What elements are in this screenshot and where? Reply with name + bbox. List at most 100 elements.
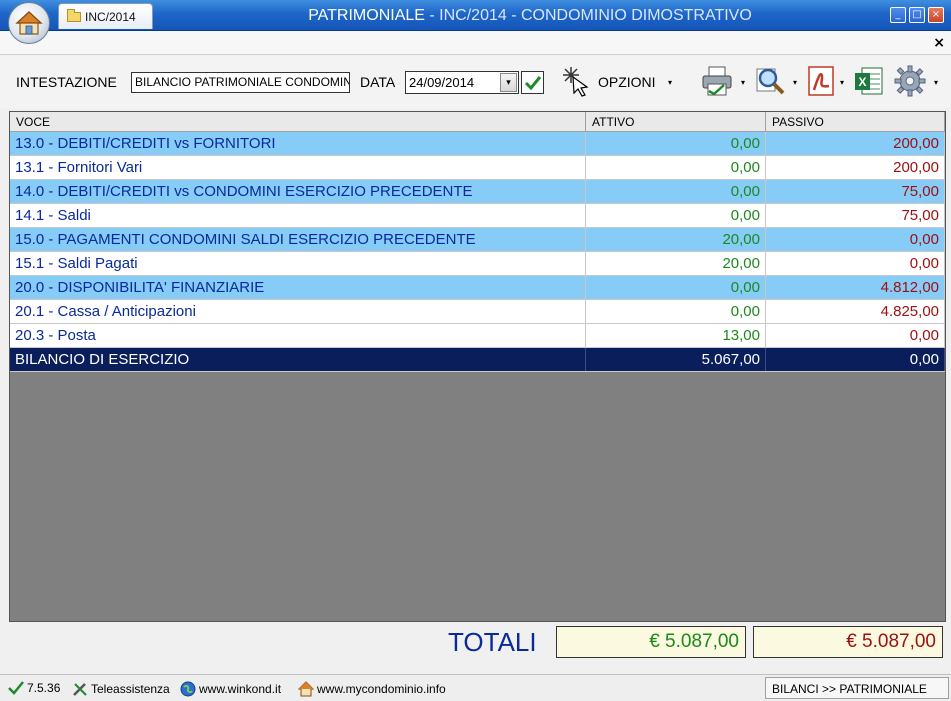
passivo-cell: 75,00: [766, 204, 945, 227]
date-value: 24/09/2014: [409, 75, 475, 90]
title-bar: INC/2014 PATRIMONIALE - INC/2014 - CONDO…: [0, 0, 951, 31]
voce-cell: 13.0 - DEBITI/CREDITI vs FORNITORI: [10, 132, 586, 155]
passivo-cell: 0,00: [766, 228, 945, 251]
globe-icon: [180, 681, 196, 697]
passivo-cell: 0,00: [766, 348, 945, 371]
passivo-cell: 200,00: [766, 132, 945, 155]
close-document-icon[interactable]: ×: [933, 35, 945, 51]
teleassistenza-link[interactable]: Teleassistenza: [72, 681, 170, 697]
window-title: PATRIMONIALE - INC/2014 - CONDOMINIO DIM…: [180, 0, 880, 31]
gear-icon: [894, 65, 926, 97]
toolbar: INTESTAZIONE BILANCIO PATRIMONIALE CONDO…: [0, 56, 951, 108]
attivo-cell: 0,00: [586, 204, 766, 227]
printer-icon: [702, 66, 732, 96]
opzioni-dropdown-icon[interactable]: ▾: [668, 78, 672, 87]
passivo-cell: 4.825,00: [766, 300, 945, 323]
teleassistenza-text: Teleassistenza: [91, 682, 170, 696]
close-window-button[interactable]: ×: [928, 7, 944, 23]
voce-cell: 20.0 - DISPONIBILITA' FINANZIARIE: [10, 276, 586, 299]
attivo-cell: 5.067,00: [586, 348, 766, 371]
voce-cell: 15.0 - PAGAMENTI CONDOMINI SALDI ESERCIZ…: [10, 228, 586, 251]
passivo-cell: 0,00: [766, 252, 945, 275]
opzioni-icon-button[interactable]: [560, 64, 594, 98]
passivo-cell: 4.812,00: [766, 276, 945, 299]
passivo-cell: 0,00: [766, 324, 945, 347]
magic-wand-icon: [563, 67, 589, 97]
document-tab[interactable]: INC/2014: [58, 3, 153, 29]
voce-cell: 13.1 - Fornitori Vari: [10, 156, 586, 179]
totale-passivo-field: € 5.087,00: [753, 626, 943, 658]
print-dropdown-icon[interactable]: ▾: [741, 78, 745, 87]
status-bar: 7.5.36 Teleassistenza www.winkond.it www…: [0, 674, 951, 701]
table-row-bilancio[interactable]: BILANCIO DI ESERCIZIO 5.067,00 0,00: [10, 348, 945, 372]
voce-cell: 20.1 - Cassa / Anticipazioni: [10, 300, 586, 323]
table-row[interactable]: 15.1 - Saldi Pagati 20,00 0,00: [10, 252, 945, 276]
settings-button[interactable]: [893, 64, 927, 98]
maximize-button[interactable]: □: [909, 7, 925, 23]
voce-cell: 15.1 - Saldi Pagati: [10, 252, 586, 275]
table-row[interactable]: 20.1 - Cassa / Anticipazioni 0,00 4.825,…: [10, 300, 945, 324]
attivo-cell: 0,00: [586, 132, 766, 155]
preview-dropdown-icon[interactable]: ▾: [793, 78, 797, 87]
passivo-cell: 200,00: [766, 156, 945, 179]
totale-attivo-field: € 5.087,00: [556, 626, 746, 658]
document-tab-label: INC/2014: [85, 9, 136, 24]
column-header-attivo[interactable]: ATTIVO: [586, 112, 766, 131]
checkmark-icon: [8, 681, 24, 695]
confirm-button[interactable]: [521, 71, 544, 94]
attivo-cell: 20,00: [586, 252, 766, 275]
date-picker[interactable]: 24/09/2014 ▾: [405, 71, 519, 94]
winkond-link[interactable]: www.winkond.it: [180, 681, 281, 697]
voce-cell: BILANCIO DI ESERCIZIO: [10, 348, 586, 371]
voce-cell: 20.3 - Posta: [10, 324, 586, 347]
svg-text:X: X: [858, 75, 866, 89]
excel-export-button[interactable]: X: [852, 64, 886, 98]
balance-table: VOCE ATTIVO PASSIVO 13.0 - DEBITI/CREDIT…: [9, 111, 946, 622]
settings-dropdown-icon[interactable]: ▾: [934, 78, 938, 87]
magnifier-icon: [756, 68, 785, 95]
window-title-sub: - INC/2014 - CONDOMINIO DIMOSTRATIVO: [424, 7, 752, 24]
tools-icon: [73, 683, 87, 696]
intestazione-label: INTESTAZIONE: [16, 74, 117, 90]
attivo-cell: 0,00: [586, 276, 766, 299]
home-icon: [15, 11, 43, 35]
attivo-cell: 0,00: [586, 156, 766, 179]
house-icon: [298, 681, 314, 697]
pdf-icon: [808, 66, 834, 96]
preview-button[interactable]: [753, 64, 787, 98]
table-row[interactable]: 14.0 - DEBITI/CREDITI vs CONDOMINI ESERC…: [10, 180, 945, 204]
table-header: VOCE ATTIVO PASSIVO: [10, 112, 945, 132]
version-indicator: 7.5.36: [8, 681, 60, 695]
table-row[interactable]: 15.0 - PAGAMENTI CONDOMINI SALDI ESERCIZ…: [10, 228, 945, 252]
intestazione-input[interactable]: BILANCIO PATRIMONIALE CONDOMINIO: [131, 72, 350, 93]
passivo-cell: 75,00: [766, 180, 945, 203]
excel-icon: X: [855, 67, 883, 95]
voce-cell: 14.1 - Saldi: [10, 204, 586, 227]
print-button[interactable]: [700, 64, 734, 98]
mycondominio-link[interactable]: www.mycondominio.info: [298, 681, 446, 697]
version-text: 7.5.36: [27, 681, 61, 695]
column-header-passivo[interactable]: PASSIVO: [766, 112, 945, 131]
table-row[interactable]: 13.1 - Fornitori Vari 0,00 200,00: [10, 156, 945, 180]
table-row[interactable]: 20.3 - Posta 13,00 0,00: [10, 324, 945, 348]
column-header-voce[interactable]: VOCE: [10, 112, 586, 131]
checkmark-icon: [524, 75, 541, 90]
mycondominio-text: www.mycondominio.info: [317, 682, 446, 696]
pdf-export-button[interactable]: [805, 64, 839, 98]
attivo-cell: 0,00: [586, 300, 766, 323]
folder-icon: [67, 8, 81, 22]
attivo-cell: 0,00: [586, 180, 766, 203]
minimize-button[interactable]: _: [890, 7, 906, 23]
winkond-text: www.winkond.it: [199, 682, 282, 696]
opzioni-label[interactable]: OPZIONI: [598, 74, 656, 90]
table-row[interactable]: 20.0 - DISPONIBILITA' FINANZIARIE 0,00 4…: [10, 276, 945, 300]
pdf-dropdown-icon[interactable]: ▾: [840, 78, 844, 87]
voce-cell: 14.0 - DEBITI/CREDITI vs CONDOMINI ESERC…: [10, 180, 586, 203]
home-button[interactable]: [8, 2, 50, 44]
window-title-main: PATRIMONIALE: [308, 7, 425, 24]
breadcrumb: BILANCI >> PATRIMONIALE: [765, 677, 949, 699]
table-row[interactable]: 13.0 - DEBITI/CREDITI vs FORNITORI 0,00 …: [10, 132, 945, 156]
table-row[interactable]: 14.1 - Saldi 0,00 75,00: [10, 204, 945, 228]
date-dropdown-icon[interactable]: ▾: [500, 73, 517, 92]
totali-label: TOTALI: [448, 627, 537, 657]
